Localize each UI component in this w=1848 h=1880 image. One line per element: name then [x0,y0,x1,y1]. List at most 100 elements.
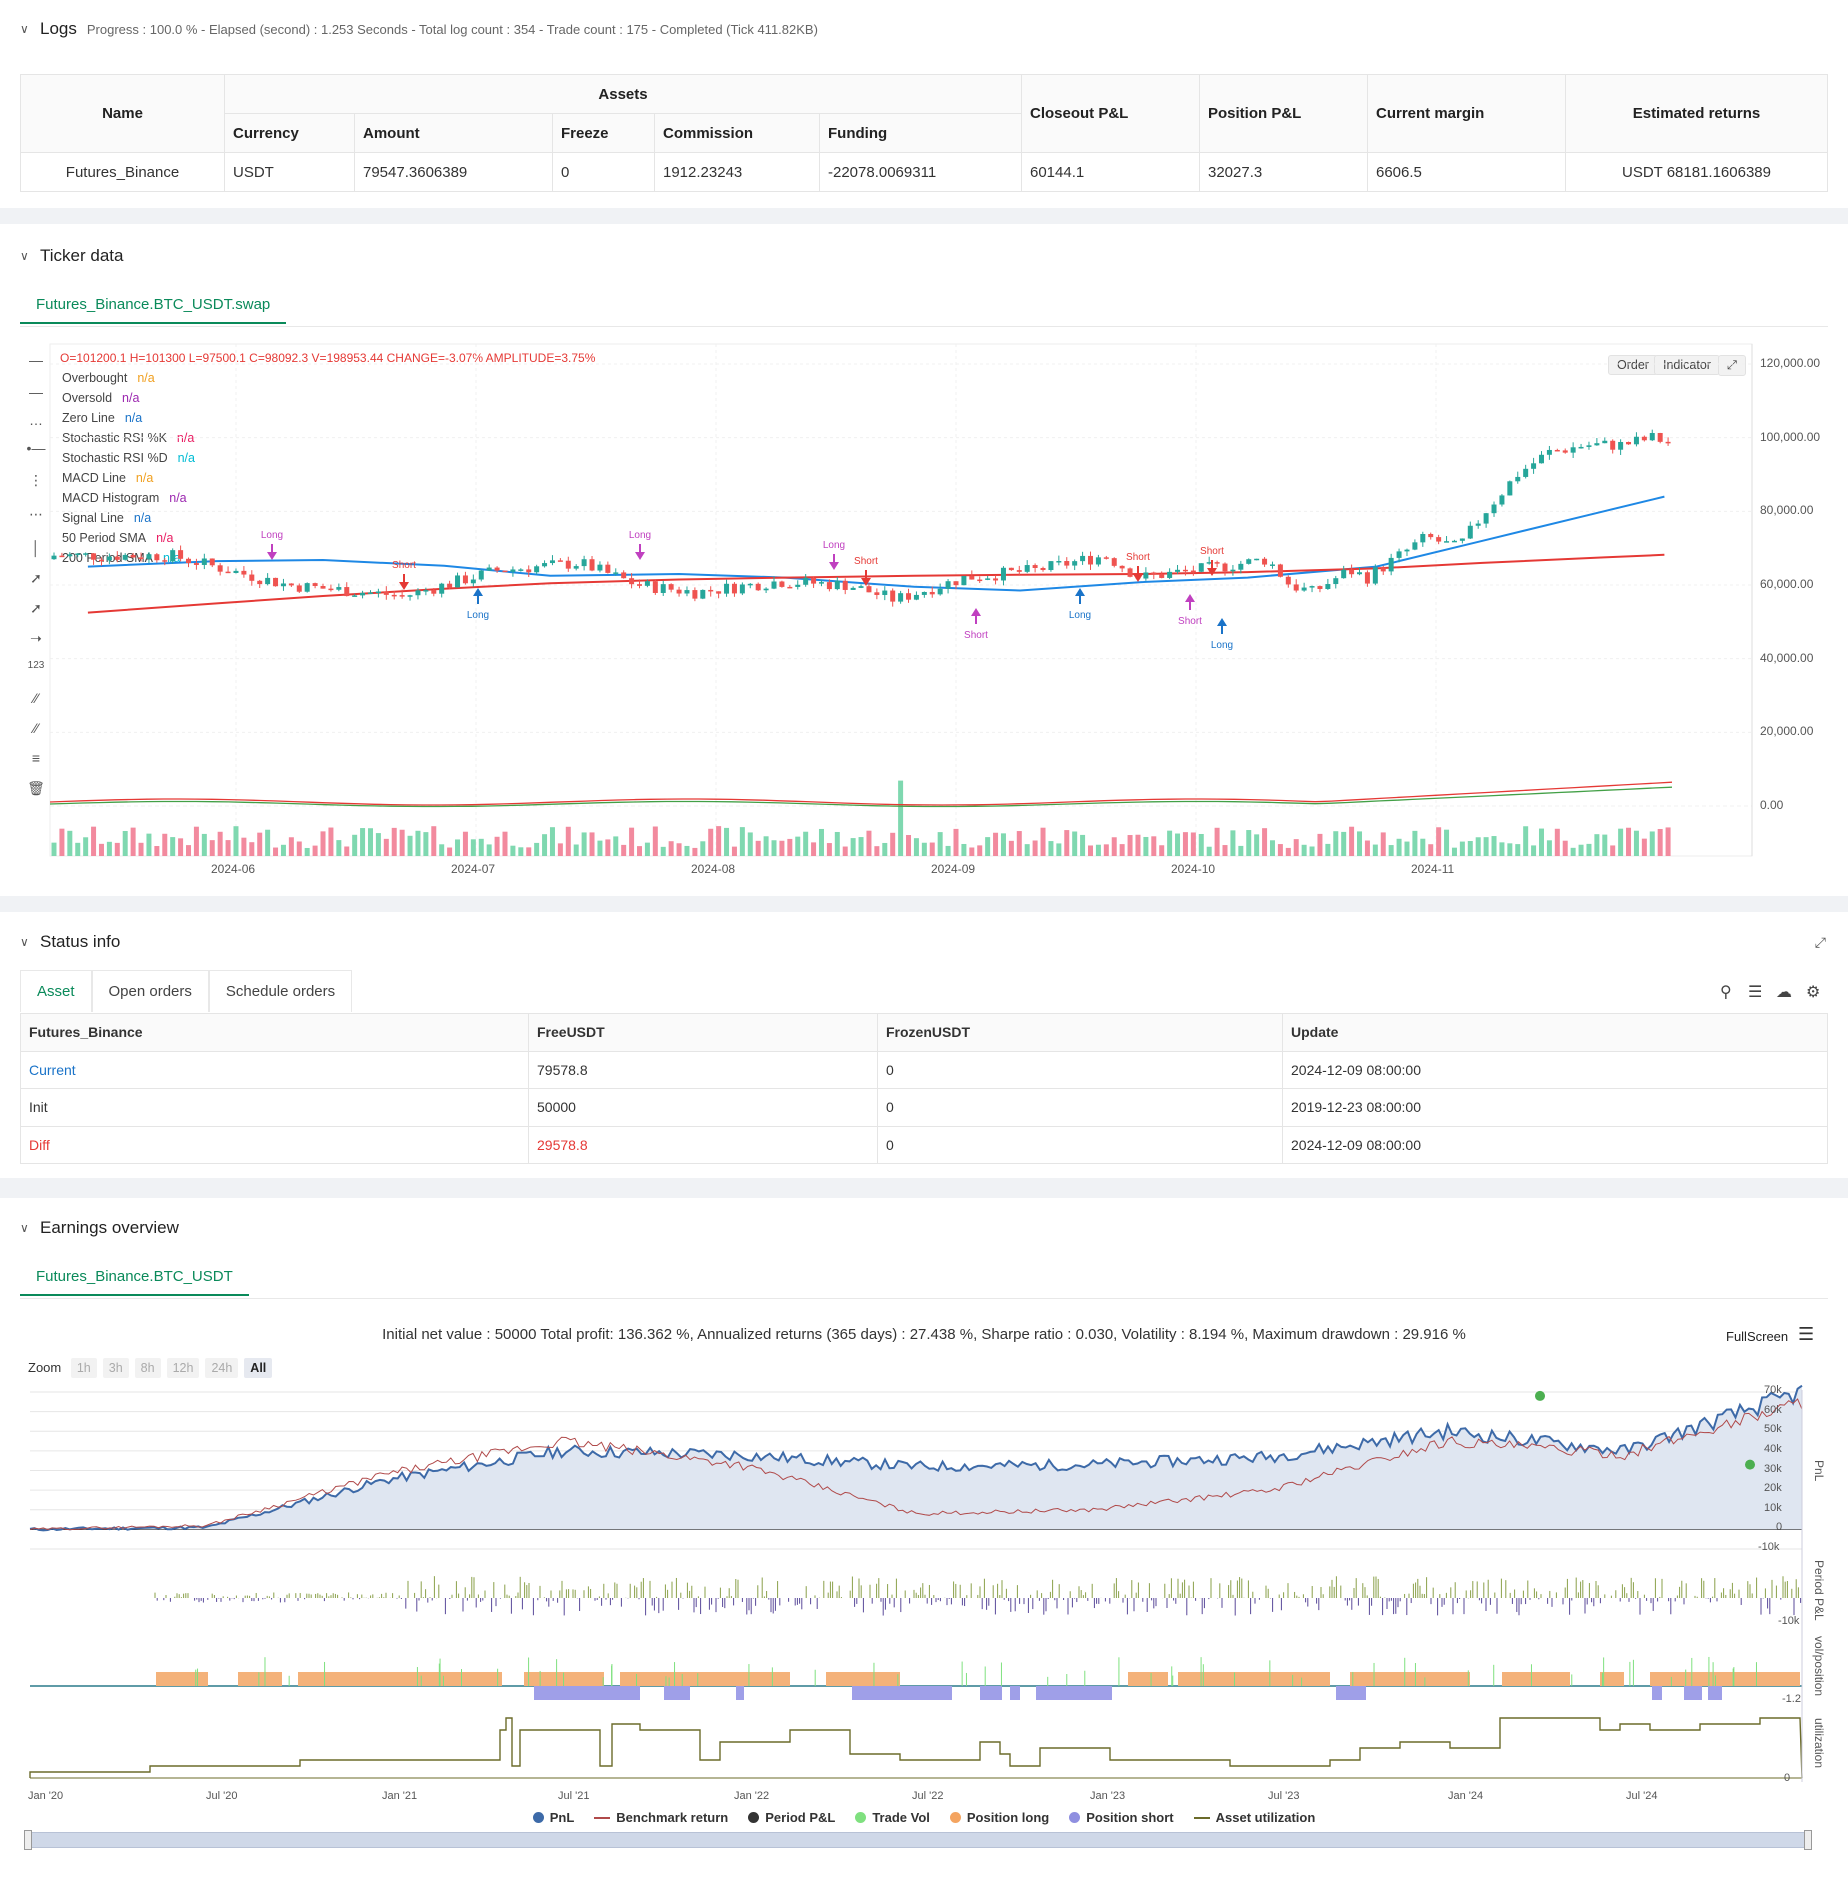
chevron-down-icon[interactable]: ∨ [20,935,40,949]
earnings-section: ∨ Earnings overview Futures_Binance.BTC_… [0,1198,1848,1880]
cell: 2019-12-23 08:00:00 [1282,1088,1828,1127]
row-label-init: Init [20,1088,529,1127]
util-tick: 0 [1784,1772,1791,1784]
legend-item[interactable]: Position short [1069,1810,1174,1825]
earnings-summary: Initial net value : 50000 Total profit: … [382,1326,1466,1343]
legend-item[interactable]: PnL [532,1810,575,1825]
cell: Futures_Binance [20,152,225,192]
side-label: vol/position [1812,1636,1826,1697]
pnl-tick: 60k [1764,1403,1782,1416]
range-handle-right[interactable] [1804,1830,1812,1850]
chevron-down-icon[interactable]: ∨ [20,1221,40,1235]
amount-header: Amount [354,113,553,153]
side-label: PnL [1812,1460,1826,1482]
range-navigator[interactable] [28,1832,1808,1848]
chevron-down-icon[interactable]: ∨ [20,249,40,263]
ticker-section: ∨ Ticker data Futures_Binance.BTC_USDT.s… [0,224,1848,896]
x-tick-label: Jan '20 [28,1790,64,1802]
indicator-button[interactable]: Indicator [1654,355,1720,375]
closeout-header: Closeout P&L [1021,74,1200,153]
legend-label: Benchmark return [616,1810,729,1825]
zoom-12h-button[interactable]: 12h [166,1358,200,1378]
free-usdt-header: FreeUSDT [528,1013,878,1052]
cell: 32027.3 [1199,152,1368,192]
status-title: Status info [40,932,121,951]
zoom-label: Zoom [28,1360,62,1375]
legend-item[interactable]: Asset utilization [1193,1810,1315,1825]
tab-earnings-symbol[interactable]: Futures_Binance.BTC_USDT [20,1256,249,1296]
pnl-tick: -10k [1758,1541,1780,1553]
position-pnl-header: Position P&L [1199,74,1368,153]
legend-item[interactable]: Benchmark return [594,1810,728,1825]
cell: -22078.0069311 [819,152,1022,192]
range-handle-left[interactable] [24,1830,32,1850]
legend-line-icon [1193,1817,1210,1819]
logs-title: Logs [40,19,77,38]
status-header[interactable]: ∨ Status info [20,930,120,954]
name-header: Name [20,74,225,153]
pnl-tick: 50k [1764,1423,1782,1436]
estimated-returns-header: Estimated returns [1565,74,1828,153]
cloud-download-icon[interactable]: ☁ [1776,982,1792,1002]
legend-label: PnL [549,1810,575,1825]
legend-dot-icon [748,1812,760,1823]
zoom-8h-button[interactable]: 8h [134,1358,161,1378]
legend-item[interactable]: Period P&L [748,1810,835,1825]
legend-label: Position long [966,1810,1050,1825]
legend-label: Trade Vol [872,1810,930,1825]
pnl-tick: 20k [1764,1482,1782,1495]
order-button[interactable]: Order [1608,355,1658,375]
frozen-usdt-header: FrozenUSDT [877,1013,1283,1052]
expand-icon[interactable]: ⤢ [1718,355,1747,376]
pnl-tick: 0 [1776,1521,1783,1534]
zoom-1h-button[interactable]: 1h [70,1358,97,1378]
currency-header: Currency [224,113,355,153]
x-tick-label: Jul '22 [912,1790,944,1802]
tab-asset[interactable]: Asset [20,970,92,1012]
x-tick-label: Jul '21 [558,1790,590,1802]
earnings-legend: PnL Benchmark return Period P&L Trade Vol Po… [0,1810,1848,1825]
menu-icon[interactable]: ☰ [1798,1324,1814,1345]
cell: 60144.1 [1021,152,1200,192]
tab-schedule-orders[interactable]: Schedule orders [208,970,353,1012]
row-label-current[interactable]: Current [20,1050,529,1089]
tab-open-orders[interactable]: Open orders [91,970,209,1012]
assets-table: Name Assets Closeout P&L Position P&L Cu… [20,74,1828,192]
collapse-icon[interactable]: ⤢ [1815,934,1826,951]
x-tick-label: Jan '23 [1090,1790,1126,1802]
cell: 0 [552,152,655,192]
list-icon[interactable]: ☰ [1748,982,1762,1002]
logs-header[interactable]: ∨ Logs Progress : 100.0 % - Elapsed (sec… [20,17,818,41]
commission-header: Commission [654,113,820,153]
x-tick-label: Jan '22 [734,1790,770,1802]
pnl-tick: 10k [1764,1501,1782,1514]
legend-label: Period P&L [765,1810,836,1825]
cell: USDT 68181.1606389 [1565,152,1828,192]
ticker-header[interactable]: ∨ Ticker data [20,244,123,268]
search-icon[interactable]: ⚲ [1720,982,1732,1002]
cell: 29578.8 [528,1125,878,1164]
tab-ticker-symbol[interactable]: Futures_Binance.BTC_USDT.swap [20,284,287,324]
earnings-header[interactable]: ∨ Earnings overview [20,1216,179,1240]
pnl-tick: 40k [1764,1442,1782,1455]
legend-dot-icon [855,1812,867,1823]
exchange-header: Futures_Binance [20,1013,529,1052]
earnings-title: Earnings overview [40,1218,179,1237]
chevron-down-icon[interactable]: ∨ [20,22,40,36]
zoom-3h-button[interactable]: 3h [102,1358,129,1378]
cell: 79547.3606389 [354,152,553,192]
legend-item[interactable]: Trade Vol [855,1810,930,1825]
zoom-24h-button[interactable]: 24h [205,1358,239,1378]
gear-icon[interactable]: ⚙ [1806,982,1820,1002]
fullscreen-button[interactable]: FullScreen [1726,1329,1788,1344]
pnl-tick: 30k [1764,1462,1782,1475]
legend-item[interactable]: Position long [949,1810,1050,1825]
cell: 6606.5 [1367,152,1566,192]
zoom-all-button[interactable]: All [244,1358,273,1378]
legend-dot-icon [1069,1812,1081,1823]
table-row: Current 79578.8 0 2024-12-09 08:00:00 [20,1050,1828,1089]
side-label: utilization [1812,1718,1826,1769]
period-tick: -10k [1778,1615,1800,1627]
current-margin-header: Current margin [1367,74,1566,153]
cell: 50000 [528,1088,878,1127]
